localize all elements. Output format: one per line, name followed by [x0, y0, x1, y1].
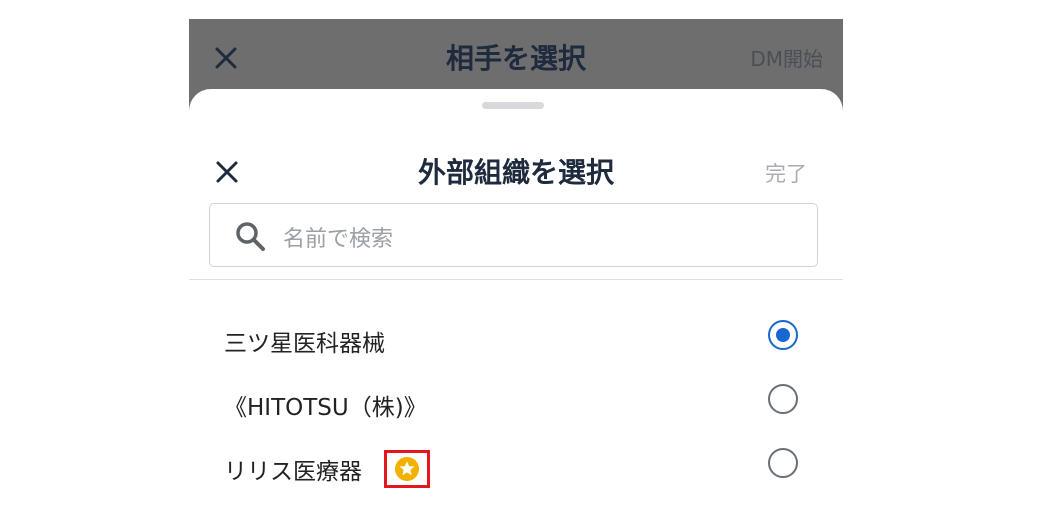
select-organization-sheet: 外部組織を選択 完了 名前で検索 三ツ星医科器械 《HITOTSU（株)》 リリ…	[189, 89, 843, 520]
done-button[interactable]: 完了	[765, 158, 807, 188]
list-item-org-2[interactable]: 《HITOTSU（株)》	[189, 372, 843, 436]
dm-start-button[interactable]: DM開始	[750, 43, 823, 72]
organization-name: リリス医療器	[224, 459, 362, 485]
sheet-title: 外部組織を選択	[417, 156, 614, 189]
search-placeholder: 名前で検索	[283, 227, 394, 252]
list-item-org-3[interactable]: リリス医療器	[189, 436, 843, 500]
background-header: 相手を選択 DM開始	[189, 19, 843, 91]
sheet-grabber[interactable]	[482, 102, 544, 109]
radio-button[interactable]	[768, 384, 798, 414]
divider	[189, 279, 843, 280]
radio-button[interactable]	[768, 448, 798, 478]
search-input[interactable]: 名前で検索	[209, 203, 818, 267]
background-page-title: 相手を選択	[445, 42, 586, 75]
search-icon	[234, 220, 266, 252]
phone-screen: 相手を選択 DM開始 外部組織を選択 完了 名前で検索 三ツ星医科器械 《HIT…	[189, 19, 843, 520]
list-item-org-1[interactable]: 三ツ星医科器械	[189, 308, 843, 372]
star-icon	[384, 450, 430, 488]
organization-name: 三ツ星医科器械	[224, 331, 385, 357]
radio-button-selected[interactable]	[768, 320, 798, 350]
organization-name: 《HITOTSU（株)》	[224, 395, 427, 421]
